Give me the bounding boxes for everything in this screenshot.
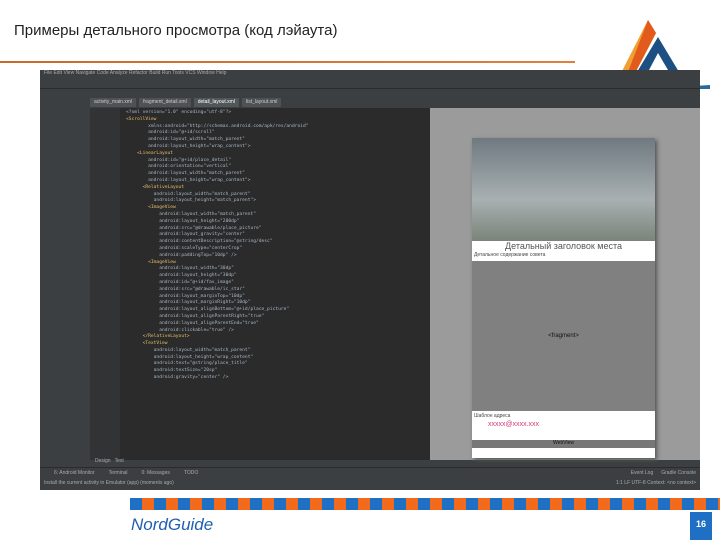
- design-tab[interactable]: Design: [95, 458, 111, 464]
- code-line: android:layout_height="200dp": [126, 218, 240, 224]
- code-line: android:layout_height="wrap_content">: [126, 143, 251, 149]
- editor-tab[interactable]: list_layout.xml: [241, 98, 282, 107]
- code-line: android:layout_width="match_parent": [126, 137, 245, 143]
- code-line: android:scaleType="centerCrop": [126, 245, 243, 251]
- page-number: 16: [690, 512, 712, 540]
- status-bar: Design Text 6: Android Monitor Terminal …: [40, 458, 700, 490]
- code-line: android:layout_height="30dp": [126, 273, 237, 279]
- editor-tab[interactable]: fragment_detail.xml: [139, 98, 191, 107]
- editor-tab-active[interactable]: detail_layout.xml: [193, 98, 239, 107]
- code-line: android:layout_alignParentRight="true": [126, 313, 265, 319]
- tool-window[interactable]: TODO: [184, 470, 198, 476]
- tool-window[interactable]: 0: Messages: [142, 470, 170, 476]
- place-title: Детальный заголовок места: [505, 241, 622, 251]
- text-tab[interactable]: Text: [115, 458, 124, 464]
- code-line: android:id="@+id/fav_image": [126, 279, 234, 285]
- code-line: <LinearLayout: [126, 150, 174, 156]
- phone-preview: Детальный заголовок места Детальное соде…: [472, 138, 655, 458]
- code-line: android:contentDescription="@string/desc…: [126, 239, 273, 245]
- brand-name: NordGuide: [131, 515, 214, 534]
- code-line: <TextView: [126, 341, 168, 347]
- code-line: android:gravity="center" />: [126, 375, 229, 381]
- tool-window[interactable]: 6: Android Monitor: [54, 470, 95, 476]
- slide-title: Примеры детального просмотра (код лэйаут…: [14, 22, 338, 39]
- layout-preview: Детальный заголовок места Детальное соде…: [430, 108, 700, 460]
- code-line: <ScrollView: [126, 116, 157, 122]
- code-line: android:layout_height="wrap_content">: [126, 177, 251, 183]
- code-line: android:layout_width="match_parent": [126, 347, 251, 353]
- code-editor[interactable]: <?xml version="1.0" encoding="utf-8"?> <S…: [90, 108, 430, 460]
- code-line: android:layout_width="match_parent": [126, 171, 245, 177]
- cursor-position: 1:1 LF UTF-8 Context: <no context>: [615, 480, 696, 486]
- fragment-placeholder: <fragment>: [472, 261, 655, 411]
- tool-window[interactable]: Terminal: [109, 470, 128, 476]
- decorative-stripe: [130, 498, 720, 510]
- title-divider: [0, 61, 575, 63]
- webview-label: WebView: [472, 440, 655, 448]
- code-line: <ImageView: [126, 205, 176, 211]
- code-line: <RelativeLayout: [126, 184, 185, 190]
- address-label: Шаблон адреса: [474, 413, 511, 419]
- fragment-label: <fragment>: [548, 333, 579, 339]
- editor-tabs: activity_main.xml fragment_detail.xml de…: [90, 98, 430, 107]
- code-line: android:layout_alignBottom="@+id/place_p…: [126, 307, 290, 313]
- code-line: android:src="@drawable/ic_star": [126, 286, 245, 292]
- email-text: xxxxx@xxxx.xxx: [488, 421, 540, 428]
- line-gutter: [90, 108, 120, 460]
- code-line: android:layout_width="match_parent": [126, 211, 256, 217]
- code-line: <?xml version="1.0" encoding="utf-8"?>: [126, 110, 232, 115]
- place-image: [472, 138, 655, 241]
- code-line: android:layout_alignParentEnd="true": [126, 320, 259, 326]
- status-message: Install the current activity in Emulator…: [44, 480, 174, 486]
- toolbar[interactable]: [40, 78, 700, 89]
- place-content: Детальное содержание совета: [474, 252, 546, 258]
- code-text[interactable]: <?xml version="1.0" encoding="utf-8"?> <S…: [126, 110, 309, 382]
- editor-tab[interactable]: activity_main.xml: [90, 98, 137, 107]
- gradle-console[interactable]: Gradle Console: [661, 470, 696, 476]
- ide-screenshot: File Edit View Navigate Code Analyze Ref…: [40, 70, 700, 490]
- event-log[interactable]: Event Log: [631, 470, 654, 476]
- menu-bar[interactable]: File Edit View Navigate Code Analyze Ref…: [40, 70, 700, 78]
- code-line: android:paddingTop="10dp" />: [126, 252, 237, 258]
